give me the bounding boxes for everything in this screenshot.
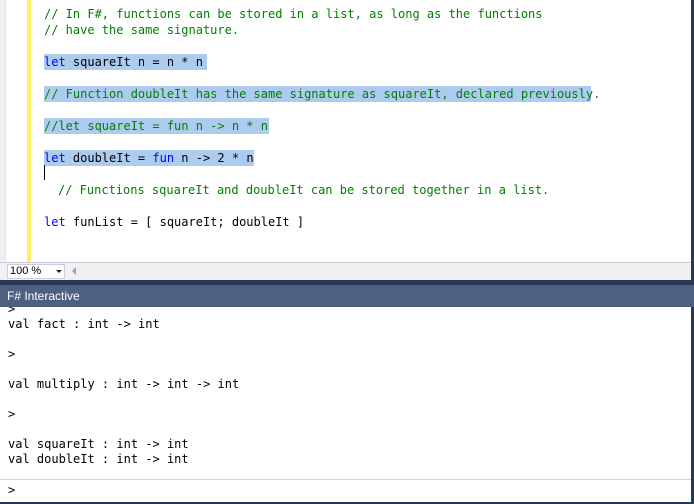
text-caret <box>44 165 45 180</box>
code-line-let-squareit[interactable]: let squareIt n = n * n <box>44 54 207 70</box>
zoom-bar: 100 % <box>0 262 691 280</box>
fsi-output-line: val multiply : int -> int -> int <box>8 377 240 391</box>
change-tracking-bar <box>27 0 31 262</box>
divider <box>0 479 691 480</box>
code-line-commented-squareit[interactable]: //let squareIt = fun n -> n * n <box>44 118 269 134</box>
code-line-comment-doubleit[interactable]: // Function doubleIt has the same signat… <box>44 86 600 102</box>
keyword: let <box>44 55 66 69</box>
zoom-dropdown[interactable]: 100 % <box>7 264 65 279</box>
keyword: let <box>44 151 66 165</box>
code-line-comment-functions[interactable]: // Functions squareIt and doubleIt can b… <box>58 182 549 198</box>
editor-margin <box>0 0 6 262</box>
fsi-prompt: > <box>8 347 16 361</box>
fsi-output-line: val fact : int -> int <box>8 317 160 331</box>
code-line-comment-2[interactable]: // have the same signature. <box>44 22 239 38</box>
fsi-output-pane[interactable]: > val fact : int -> int > val multiply :… <box>0 307 691 504</box>
code-line-let-doubleit[interactable]: let doubleIt = fun n -> 2 * n <box>44 150 254 166</box>
fsi-output-line: val doubleIt : int -> int <box>8 452 189 466</box>
chevron-down-icon[interactable] <box>56 270 62 273</box>
fsi-input-prompt[interactable]: > <box>8 482 15 498</box>
code-line-comment-1[interactable]: // In F#, functions can be stored in a l… <box>44 6 543 22</box>
scroll-left-arrow-icon[interactable] <box>72 267 76 275</box>
fsi-prompt: > <box>8 407 16 421</box>
code-line-let-funlist[interactable]: let funList = [ squareIt; doubleIt ] <box>44 214 304 230</box>
zoom-level: 100 % <box>10 265 42 277</box>
keyword: let <box>44 215 66 229</box>
keyword: fun <box>152 151 175 165</box>
fsi-title: F# Interactive <box>7 289 80 303</box>
fsi-output-line: val squareIt : int -> int <box>8 437 189 451</box>
code-editor[interactable]: // In F#, functions can be stored in a l… <box>0 0 694 262</box>
fsi-title-bar[interactable]: F# Interactive <box>0 285 694 307</box>
